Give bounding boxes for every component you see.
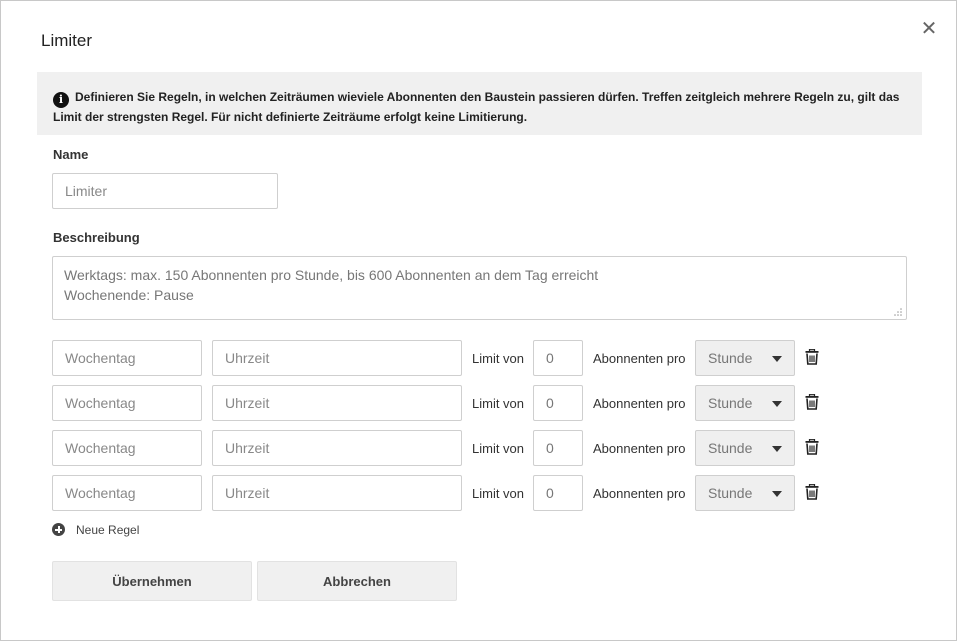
info-icon: i	[53, 92, 69, 108]
weekday-input[interactable]	[52, 475, 202, 511]
rule-row: Limit von Abonnenten pro Stunde	[1, 340, 957, 376]
limit-input[interactable]	[533, 430, 583, 466]
caret-down-icon	[772, 401, 782, 407]
limit-input[interactable]	[533, 475, 583, 511]
unit-value: Stunde	[708, 395, 753, 411]
name-label: Name	[53, 147, 89, 162]
weekday-input[interactable]	[52, 385, 202, 421]
time-input[interactable]	[212, 340, 462, 376]
description-textarea[interactable]: Werktags: max. 150 Abonnenten pro Stunde…	[52, 256, 907, 320]
unit-select[interactable]: Stunde	[695, 475, 795, 511]
limit-label: Limit von	[472, 351, 525, 366]
limit-input[interactable]	[533, 385, 583, 421]
description-label: Beschreibung	[53, 230, 140, 245]
unit-value: Stunde	[708, 350, 753, 366]
unit-select[interactable]: Stunde	[695, 430, 795, 466]
per-label: Abonnenten pro	[593, 441, 686, 456]
rule-row: Limit von Abonnenten pro Stunde	[1, 475, 957, 511]
weekday-input[interactable]	[52, 430, 202, 466]
time-input[interactable]	[212, 385, 462, 421]
caret-down-icon	[772, 356, 782, 362]
limit-label: Limit von	[472, 396, 525, 411]
plus-circle-icon	[52, 523, 65, 536]
trash-icon[interactable]	[805, 484, 819, 500]
limit-input[interactable]	[533, 340, 583, 376]
per-label: Abonnenten pro	[593, 396, 686, 411]
trash-icon[interactable]	[805, 439, 819, 455]
name-input[interactable]	[52, 173, 278, 209]
unit-select[interactable]: Stunde	[695, 340, 795, 376]
add-rule-label: Neue Regel	[76, 523, 140, 537]
dialog-title: Limiter	[41, 31, 93, 50]
caret-down-icon	[772, 491, 782, 497]
limit-label: Limit von	[472, 486, 525, 501]
per-label: Abonnenten pro	[593, 486, 686, 501]
apply-button[interactable]: Übernehmen	[52, 561, 252, 601]
resize-grip-icon[interactable]	[893, 307, 903, 317]
caret-down-icon	[772, 446, 782, 452]
rule-row: Limit von Abonnenten pro Stunde	[1, 430, 957, 466]
per-label: Abonnenten pro	[593, 351, 686, 366]
unit-value: Stunde	[708, 485, 753, 501]
info-text: Definieren Sie Regeln, in welchen Zeiträ…	[53, 90, 900, 124]
limit-label: Limit von	[472, 441, 525, 456]
close-icon[interactable]: ✕	[919, 19, 939, 39]
rule-row: Limit von Abonnenten pro Stunde	[1, 385, 957, 421]
trash-icon[interactable]	[805, 394, 819, 410]
info-box: i Definieren Sie Regeln, in welchen Zeitr…	[37, 72, 922, 135]
unit-value: Stunde	[708, 440, 753, 456]
unit-select[interactable]: Stunde	[695, 385, 795, 421]
time-input[interactable]	[212, 430, 462, 466]
cancel-button[interactable]: Abbrechen	[257, 561, 457, 601]
time-input[interactable]	[212, 475, 462, 511]
limiter-dialog: Limiter ✕ i Definieren Sie Regeln, in wel…	[0, 0, 957, 641]
weekday-input[interactable]	[52, 340, 202, 376]
trash-icon[interactable]	[805, 349, 819, 365]
